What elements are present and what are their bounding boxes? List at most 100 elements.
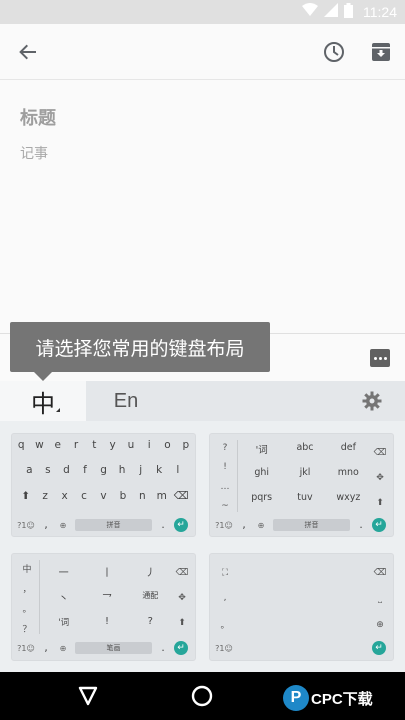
period-key: . <box>359 519 363 531</box>
key: '词 <box>58 618 70 628</box>
comma-key: , <box>223 592 227 603</box>
key: 乛 <box>101 594 112 605</box>
period-key: . <box>161 642 165 654</box>
t9-row-3: pqrs tuv wxyz <box>240 492 370 503</box>
tab-chinese-label: 中 <box>31 389 55 418</box>
key: ? <box>147 616 153 627</box>
key: r <box>73 439 79 451</box>
stroke-row-4: ?1☺ , ⊕ 笔画 . ↵ <box>12 641 195 655</box>
layout-handwriting[interactable]: ⛶ , 。 ⌫ ⎵ ⊕ ?1☺ ↵ <box>209 553 394 661</box>
key: … <box>220 481 230 492</box>
tab-english[interactable]: En <box>86 381 166 421</box>
space-key: 笔画 <box>75 642 152 654</box>
tab-english-label: En <box>113 389 139 412</box>
shift-icon: ⬆ <box>178 618 186 629</box>
comma-key: , <box>44 519 48 531</box>
key: w <box>35 439 44 451</box>
globe-icon: ⊕ <box>59 520 67 530</box>
archive-button[interactable] <box>361 32 401 72</box>
key: 丿 <box>145 568 156 579</box>
divider <box>237 440 238 512</box>
key: m <box>156 490 167 502</box>
title-field[interactable]: 标题 <box>20 104 56 130</box>
key: ? <box>222 442 228 453</box>
key: 中 <box>22 564 32 575</box>
key: b <box>119 490 127 502</box>
stroke-right-column: ⌫ ✥ ⬆ <box>172 560 192 636</box>
handwriting-right-column: ⌫ ⎵ ⊕ <box>370 560 390 638</box>
key: 。 <box>220 620 230 631</box>
divider <box>39 560 40 634</box>
note-editor[interactable] <box>0 81 405 333</box>
back-nav-button[interactable] <box>76 684 100 712</box>
space-key: 拼音 <box>75 519 152 531</box>
key: ~ <box>221 501 229 512</box>
key: h <box>118 464 126 476</box>
dot-icon <box>383 356 387 360</box>
key: v <box>100 490 107 502</box>
layout-t9[interactable]: ?!… ~ '词 abc def ghi jkl mno pqrs tuv wxyz ⌫ ✥ ⬆ … <box>209 433 394 537</box>
key: p <box>182 439 190 451</box>
key: n <box>139 490 146 502</box>
space-bar-icon: ⎵ <box>378 594 382 604</box>
layout-stroke[interactable]: 中 ， 。 ？ 一 丨 丿 丶 乛 通配 '词!? ⌫ ✥ ⬆ ?1☺ , ⊕ 笔画 . ↵ <box>11 553 196 661</box>
signal-icon <box>324 3 338 21</box>
key: y <box>109 439 116 451</box>
key: d <box>63 464 70 476</box>
shift-icon: ⬆ <box>376 498 384 509</box>
key: 丶 <box>58 594 69 605</box>
watermark-text: CPC下载 <box>311 690 373 708</box>
key: g <box>100 464 107 476</box>
tab-chinese[interactable]: 中 <box>0 381 86 421</box>
t9-right-column: ⌫ ✥ ⬆ <box>370 440 390 516</box>
layout-qwerty[interactable]: qwer tyui op asd f gh j k l ⬆ z x c vbnm ⌫ ?1☺ , ⊕… <box>11 433 196 537</box>
cursor-move-icon: ✥ <box>376 472 384 483</box>
key: z <box>42 490 48 502</box>
symbols-key: ?1☺ <box>215 643 233 653</box>
qwerty-row-4: ?1☺ , ⊕ 拼音 . ↵ <box>12 518 195 532</box>
dot-icon <box>373 356 377 360</box>
language-tabs: 中 En <box>0 381 405 421</box>
back-button[interactable] <box>8 32 48 72</box>
watermark-badge: P <box>283 685 309 711</box>
tooltip-arrow <box>34 372 52 381</box>
triangle-back-icon <box>78 686 98 706</box>
settings-button[interactable] <box>362 391 382 415</box>
key: o <box>164 439 171 451</box>
key: ？ <box>22 624 32 635</box>
key: 。 <box>22 604 32 615</box>
stroke-row-3: '词!? <box>42 616 172 628</box>
comma-key: , <box>242 519 246 531</box>
dot-icon <box>378 356 382 360</box>
note-body-field[interactable]: 记事 <box>20 143 48 163</box>
key: q <box>17 439 25 451</box>
qwerty-row-3: ⬆ z x c vbnm ⌫ <box>12 490 195 502</box>
corner-triangle-icon <box>56 408 60 412</box>
status-bar: 11:24 <box>0 0 405 24</box>
layout-tooltip: 请选择您常用的键盘布局 <box>10 322 270 372</box>
backspace-icon: ⌫ <box>175 567 189 578</box>
backspace-icon: ⌫ <box>173 490 189 502</box>
key: wxyz <box>336 492 361 503</box>
t9-row-2: ghi jkl mno <box>240 467 370 478</box>
t9-row-1: '词 abc def <box>240 442 370 456</box>
key: j <box>139 464 143 476</box>
reminder-button[interactable] <box>314 32 354 72</box>
enter-icon: ↵ <box>372 518 386 532</box>
arrow-back-icon <box>19 44 36 60</box>
qwerty-row-2: asd f gh j k l <box>12 464 195 476</box>
shift-icon: ⬆ <box>21 490 31 502</box>
qwerty-row-1: qwer tyui op <box>12 439 195 451</box>
symbols-key: ?1☺ <box>215 520 233 530</box>
symbols-key: ?1☺ <box>17 643 35 653</box>
battery-icon <box>344 2 353 22</box>
home-nav-button[interactable] <box>190 684 214 712</box>
more-options-button[interactable] <box>370 349 390 367</box>
comma-key: , <box>44 642 48 654</box>
cursor-move-icon: ✥ <box>178 592 186 603</box>
key: k <box>156 464 163 476</box>
expand-icon: ⛶ <box>221 567 229 578</box>
key: e <box>54 439 61 451</box>
t9-side-column: ?! … ~ <box>216 438 234 516</box>
backspace-icon: ⌫ <box>373 447 387 458</box>
